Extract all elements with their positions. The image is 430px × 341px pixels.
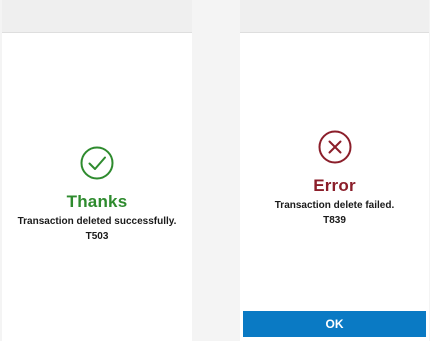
success-dialog: Thanks Transaction deleted successfully.… xyxy=(2,0,192,341)
ok-button[interactable]: OK xyxy=(243,311,426,337)
success-code: T503 xyxy=(85,231,109,242)
error-message: Transaction delete failed. xyxy=(274,200,395,211)
success-dialog-header xyxy=(2,0,192,33)
screen: Thanks Transaction deleted successfully.… xyxy=(0,0,430,341)
success-message-block: Transaction deleted successfully. T503 xyxy=(2,214,192,244)
error-code: T839 xyxy=(323,215,346,226)
error-dialog: Error Transaction delete failed. T839 OK xyxy=(240,0,429,341)
success-title: Thanks xyxy=(66,192,128,211)
success-message: Transaction deleted successfully. xyxy=(17,216,177,227)
error-message-block: Transaction delete failed. T839 xyxy=(240,198,429,228)
x-circle-icon xyxy=(318,130,352,164)
error-dialog-header xyxy=(240,0,429,33)
error-title: Error xyxy=(313,176,356,195)
check-circle-icon xyxy=(80,146,114,180)
